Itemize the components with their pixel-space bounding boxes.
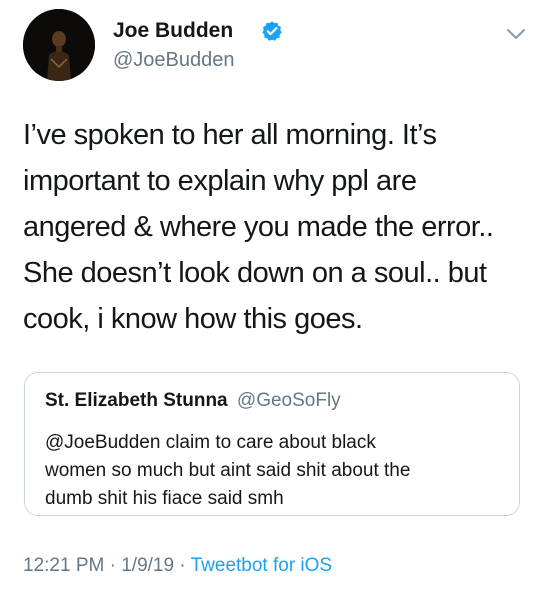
tweet: Joe Budden @JoeBudden I’ve spoken to her… (0, 0, 547, 600)
chevron-down-icon[interactable] (505, 26, 527, 42)
meta-separator: · (174, 555, 191, 576)
tweet-text-line: angered & where you made the error.. (23, 211, 494, 243)
quoted-tweet-card[interactable]: St. Elizabeth Stunna @GeoSoFly @JoeBudde… (24, 372, 520, 516)
tweet-text-line: cook, i know how this goes. (23, 303, 363, 335)
meta-separator: · (104, 555, 122, 576)
quoted-author-handle: @GeoSoFly (236, 390, 341, 411)
tweet-time[interactable]: 12:21 PM (23, 555, 104, 576)
author-handle[interactable]: @JoeBudden (113, 49, 235, 72)
tweet-text: I’ve spoken to her all morning. It’s imp… (23, 112, 533, 342)
quoted-tweet-header: St. Elizabeth Stunna @GeoSoFly (45, 390, 341, 412)
quoted-text-line: women so much but aint said shit about t… (45, 460, 411, 481)
quoted-text-line: @JoeBudden claim to care about black (45, 432, 376, 453)
tweet-text-line: important to explain why ppl are (23, 165, 417, 197)
avatar[interactable] (23, 9, 95, 81)
tweet-date[interactable]: 1/9/19 (121, 555, 174, 576)
verified-badge-icon (261, 20, 283, 42)
quoted-text-line: dumb shit his fiace said smh (45, 488, 284, 509)
author-display-name[interactable]: Joe Budden (113, 19, 233, 43)
tweet-source-link[interactable]: Tweetbot for iOS (191, 555, 333, 576)
tweet-text-line: I’ve spoken to her all morning. It’s (23, 119, 437, 151)
quoted-tweet-text: @JoeBudden claim to care about black wom… (45, 429, 515, 513)
quoted-author-name: St. Elizabeth Stunna (45, 390, 228, 411)
tweet-text-line: She doesn’t look down on a soul.. but (23, 257, 487, 289)
avatar-photo (23, 9, 95, 81)
tweet-meta: 12:21 PM · 1/9/19 · Tweetbot for iOS (23, 555, 332, 577)
